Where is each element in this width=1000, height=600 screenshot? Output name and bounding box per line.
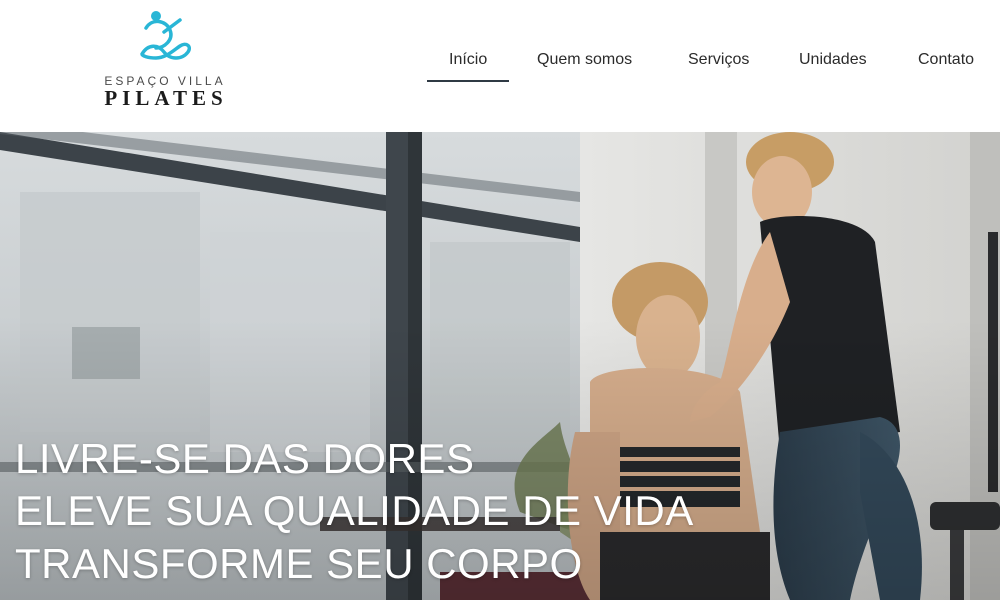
nav-item-inicio[interactable]: Início [426,48,510,84]
nav-item-quem-somos[interactable]: Quem somos [537,48,632,84]
hero-headline-2: ELEVE SUA QUALIDADE DE VIDA [15,487,694,534]
nav-item-unidades[interactable]: Unidades [799,48,867,84]
hero-banner: LIVRE-SE DAS DORES ELEVE SUA QUALIDADE D… [0,132,1000,600]
nav-item-contato[interactable]: Contato [918,48,974,84]
brand-main-text: PILATES [104,86,228,110]
hero-headline-3: TRANSFORME SEU CORPO [15,540,583,587]
main-nav: Início Quem somos Serviços Unidades Cont… [0,48,1000,88]
hero-headline-1: LIVRE-SE DAS DORES [15,435,475,482]
nav-item-servicos[interactable]: Serviços [688,48,749,84]
site-header: ESPAÇO VILLA PILATES Início Quem somos S… [0,0,1000,132]
